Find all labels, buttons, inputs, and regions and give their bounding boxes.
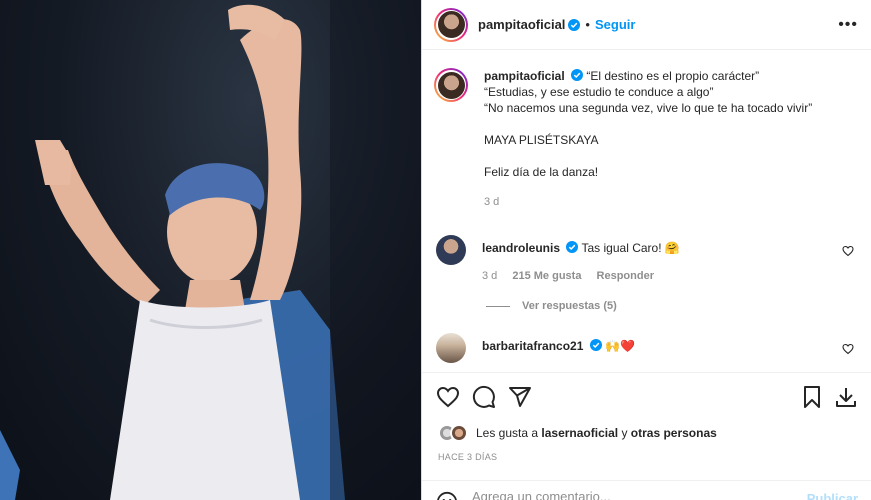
likes-others-link[interactable]: otras personas bbox=[631, 426, 717, 440]
caption-username[interactable]: pampitaoficial bbox=[484, 69, 565, 83]
emoji-icon[interactable] bbox=[436, 491, 458, 500]
view-replies-label: Ver respuestas (5) bbox=[522, 300, 617, 312]
verified-badge-icon bbox=[568, 18, 581, 31]
comment-avatar[interactable] bbox=[436, 235, 466, 265]
likes-middle: y bbox=[618, 426, 631, 440]
verified-badge-icon bbox=[571, 69, 584, 81]
post-timestamp[interactable]: HACE 3 DÍAS bbox=[438, 452, 497, 462]
post-caption: pampitaoficial “El destino es el propio … bbox=[434, 68, 864, 210]
action-bar bbox=[422, 372, 871, 418]
comment-age[interactable]: 3 d bbox=[482, 270, 497, 282]
caption-age[interactable]: 3 d bbox=[484, 194, 864, 210]
comment-username[interactable]: leandroleunis bbox=[482, 241, 560, 255]
comment-avatar[interactable] bbox=[436, 333, 466, 363]
comment-heart-icon[interactable] bbox=[842, 343, 854, 355]
post-header: pampitaoficial • Seguir ••• bbox=[422, 0, 871, 50]
caption-line: “Estudias, y ese estudio te conduce a al… bbox=[484, 85, 714, 99]
comment-item: leandroleunis Tas igual Caro! 🤗 3 d 215 … bbox=[436, 235, 866, 284]
liker-username[interactable]: lasernaoficial bbox=[541, 426, 618, 440]
add-comment-bar: Publicar bbox=[422, 480, 871, 500]
replies-divider bbox=[486, 305, 510, 307]
author-username[interactable]: pampitaoficial bbox=[478, 17, 565, 32]
caption-avatar[interactable] bbox=[434, 68, 468, 102]
caption-line: MAYA PLISÉTSKAYA bbox=[484, 133, 599, 147]
likes-summary: Les gusta a lasernaoficial y otras perso… bbox=[438, 424, 717, 442]
reply-button[interactable]: Responder bbox=[597, 270, 654, 282]
more-icon[interactable]: ••• bbox=[838, 17, 858, 33]
verified-badge-icon bbox=[566, 241, 579, 253]
heart-icon[interactable] bbox=[436, 385, 460, 409]
separator-dot: • bbox=[585, 17, 590, 32]
author-avatar[interactable] bbox=[434, 7, 468, 42]
download-icon[interactable] bbox=[834, 385, 858, 409]
dancer-photo-illustration bbox=[0, 0, 421, 500]
comment-text: 🙌❤️ bbox=[605, 339, 635, 353]
comment-username[interactable]: barbaritafranco21 bbox=[482, 339, 583, 353]
liker-avatar[interactable] bbox=[450, 424, 468, 442]
comment-likes[interactable]: 215 Me gusta bbox=[512, 270, 581, 282]
likes-prefix: Les gusta a bbox=[476, 426, 542, 440]
publish-button[interactable]: Publicar bbox=[807, 491, 858, 500]
caption-line: “No nacemos una segunda vez, vive lo que… bbox=[484, 101, 813, 115]
post-photo[interactable] bbox=[0, 0, 421, 500]
caption-line: Feliz día de la danza! bbox=[484, 165, 599, 179]
comment-icon[interactable] bbox=[472, 385, 496, 409]
caption-line: “El destino es el propio carácter” bbox=[586, 69, 760, 83]
verified-badge-icon bbox=[589, 339, 602, 351]
save-icon[interactable] bbox=[800, 385, 824, 409]
post-detail-panel: pampitaoficial • Seguir ••• pampitaofici… bbox=[421, 0, 871, 500]
comment-text: Tas igual Caro! 🤗 bbox=[581, 241, 680, 255]
comment-input[interactable] bbox=[472, 489, 772, 500]
follow-button[interactable]: Seguir bbox=[595, 17, 635, 32]
comment-item: barbaritafranco21 🙌❤️ bbox=[436, 333, 866, 363]
view-replies-button[interactable]: Ver respuestas (5) bbox=[486, 300, 617, 312]
comment-heart-icon[interactable] bbox=[842, 245, 854, 257]
share-icon[interactable] bbox=[508, 385, 532, 409]
